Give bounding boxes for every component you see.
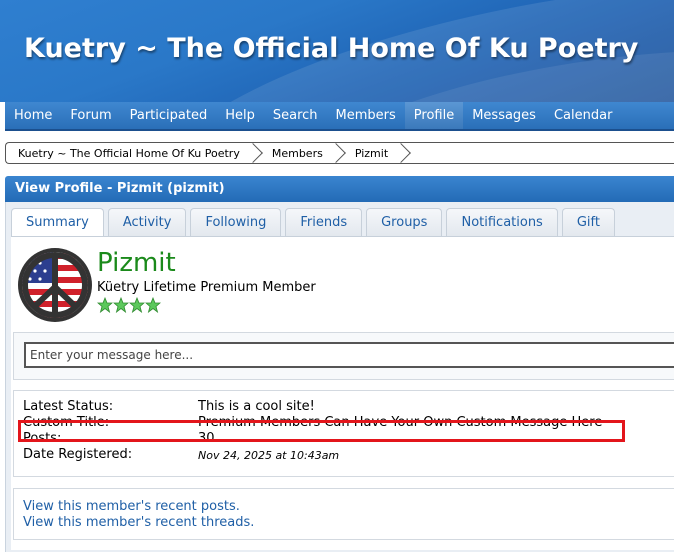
message-input[interactable] xyxy=(24,342,674,368)
profile-stats: Latest Status: This is a cool site! Cust… xyxy=(13,390,674,477)
reputation-stars xyxy=(97,297,161,313)
profile-user-title: Küetry Lifetime Premium Member xyxy=(97,280,316,295)
breadcrumb-label[interactable]: Pizmit xyxy=(343,147,388,160)
tab-gift[interactable]: Gift xyxy=(561,208,615,236)
recent-threads-link[interactable]: View this member's recent threads. xyxy=(23,515,254,530)
star-icon xyxy=(145,297,161,313)
profile-username: Pizmit xyxy=(97,248,176,278)
stat-value: 30 xyxy=(198,431,215,446)
status-message-box xyxy=(13,332,674,380)
nav-item-profile[interactable]: Profile xyxy=(404,102,464,129)
nav-item-search[interactable]: Search xyxy=(264,102,327,129)
nav-item-home[interactable]: Home xyxy=(5,102,61,129)
stat-label: Custom Title: xyxy=(23,415,110,430)
tab-summary[interactable]: Summary xyxy=(11,208,104,238)
recent-posts-link[interactable]: View this member's recent posts. xyxy=(23,499,240,514)
nav-item-forum[interactable]: Forum xyxy=(61,102,120,129)
nav-item-participated[interactable]: Participated xyxy=(121,102,217,129)
recent-activity-links: View this member's recent posts. View th… xyxy=(13,488,674,540)
main-nav: Home Forum Participated Help Search Memb… xyxy=(5,102,674,131)
breadcrumb-item-members[interactable]: Members xyxy=(260,143,343,163)
tab-friends[interactable]: Friends xyxy=(285,208,363,236)
profile-tabs: Summary Activity Following Friends Group… xyxy=(11,208,619,238)
breadcrumb-item-home[interactable]: Kuetry ~ The Official Home Of Ku Poetry xyxy=(6,143,260,163)
tab-following[interactable]: Following xyxy=(190,208,282,236)
nav-item-help[interactable]: Help xyxy=(216,102,264,129)
stat-label: Posts: xyxy=(23,431,62,446)
profile-panel: Summary Activity Following Friends Group… xyxy=(5,202,674,552)
panel-title: View Profile - Pizmit (pizmit) xyxy=(5,176,674,202)
breadcrumb-separator-icon xyxy=(396,143,408,163)
tab-activity[interactable]: Activity xyxy=(107,208,187,236)
star-icon xyxy=(129,297,145,313)
breadcrumb-separator-icon xyxy=(331,143,343,163)
nav-item-calendar[interactable]: Calendar xyxy=(545,102,621,129)
nav-item-messages[interactable]: Messages xyxy=(463,102,545,129)
breadcrumb-separator-icon xyxy=(248,143,260,163)
site-title[interactable]: Kuetry ~ The Official Home Of Ku Poetry xyxy=(24,33,638,64)
tab-groups[interactable]: Groups xyxy=(366,208,443,236)
summary-content: Pizmit Küetry Lifetime Premium Member La… xyxy=(11,236,674,550)
stat-label: Date Registered: xyxy=(23,447,133,462)
breadcrumb-label[interactable]: Members xyxy=(260,147,323,160)
breadcrumb-label[interactable]: Kuetry ~ The Official Home Of Ku Poetry xyxy=(6,147,240,160)
site-header: Kuetry ~ The Official Home Of Ku Poetry xyxy=(0,0,674,102)
stat-label: Latest Status: xyxy=(23,399,114,414)
star-icon xyxy=(97,297,113,313)
breadcrumb-item-current[interactable]: Pizmit xyxy=(343,143,408,163)
star-icon xyxy=(113,297,129,313)
tab-notifications[interactable]: Notifications xyxy=(446,208,558,236)
stat-value: This is a cool site! xyxy=(198,399,315,414)
stat-value: Nov 24, 2025 at 10:43am xyxy=(198,449,340,462)
peace-sign-flag-icon[interactable] xyxy=(17,247,93,323)
breadcrumb: Kuetry ~ The Official Home Of Ku Poetry … xyxy=(5,142,674,164)
stat-value: Premium Members Can Have Your Own Custom… xyxy=(198,415,603,430)
nav-item-members[interactable]: Members xyxy=(327,102,405,129)
